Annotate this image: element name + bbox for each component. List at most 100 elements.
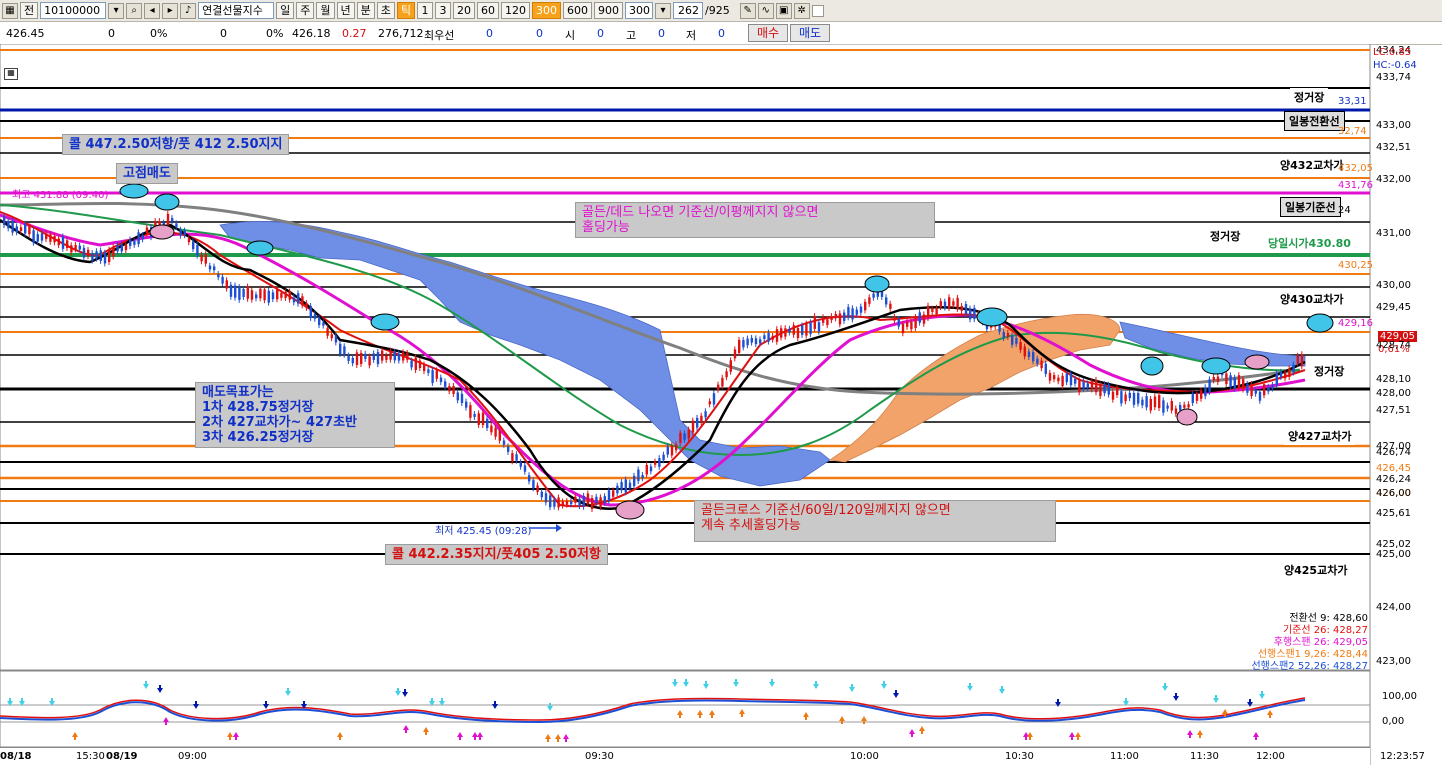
checkbox[interactable] bbox=[811, 4, 824, 17]
sell-button[interactable]: 매도 bbox=[790, 24, 830, 42]
candle-body bbox=[1107, 384, 1110, 395]
period-year[interactable]: 년 bbox=[336, 2, 355, 19]
candle-body bbox=[1095, 379, 1098, 393]
interval-3[interactable]: 3 bbox=[435, 2, 451, 19]
candle-body bbox=[712, 393, 716, 405]
draw-tool-icon[interactable]: ✎ bbox=[739, 2, 756, 19]
price-axis-label: 433,74 bbox=[1376, 72, 1411, 83]
interval-20[interactable]: 20 bbox=[453, 2, 475, 19]
candle-body bbox=[733, 349, 737, 359]
candle-body bbox=[368, 356, 371, 366]
tag-cross432: 양432교차가 bbox=[1276, 156, 1348, 174]
candle-body bbox=[1263, 384, 1266, 396]
osc-arrow-stem bbox=[1249, 699, 1251, 702]
candle-body bbox=[528, 475, 531, 482]
candle-body bbox=[880, 291, 884, 297]
candle-body bbox=[1065, 373, 1068, 383]
toolbar-item-전[interactable]: 전 bbox=[20, 2, 39, 19]
candle-body bbox=[502, 440, 506, 445]
osc-arrow-stem bbox=[51, 698, 53, 701]
candle-body bbox=[1040, 360, 1043, 369]
interval-300[interactable]: 300 bbox=[532, 2, 561, 19]
dropdown-arrow-icon[interactable]: ▾ bbox=[108, 2, 125, 19]
save-icon[interactable]: ▣ bbox=[775, 2, 792, 19]
signal-marker bbox=[615, 500, 645, 520]
annotation-high-sell: 고점매도 bbox=[116, 163, 178, 184]
period-week[interactable]: 주 bbox=[296, 2, 315, 19]
osc-arrow-stem bbox=[735, 679, 737, 682]
candle-body bbox=[1174, 408, 1178, 414]
price-axis-label: 431,00 bbox=[1376, 228, 1411, 239]
chart-menu-icon[interactable]: ▦ bbox=[2, 2, 18, 19]
candle-body bbox=[557, 497, 560, 508]
period-tick[interactable]: 틱 bbox=[396, 2, 415, 19]
candle-body bbox=[1195, 394, 1199, 401]
interval-input[interactable]: 300 bbox=[625, 2, 653, 19]
prev-icon[interactable]: ◂ bbox=[144, 2, 161, 19]
osc-arrow-stem bbox=[771, 679, 773, 682]
interval-60[interactable]: 60 bbox=[477, 2, 499, 19]
candle-body bbox=[742, 340, 745, 348]
osc-arrow-stem bbox=[287, 688, 289, 691]
next-icon[interactable]: ▸ bbox=[162, 2, 179, 19]
price-axis-label: 430,00 bbox=[1376, 280, 1411, 291]
osc-arrow-stem bbox=[674, 679, 676, 682]
signal-marker bbox=[1140, 356, 1164, 376]
candle-body bbox=[1162, 400, 1165, 413]
interval-120[interactable]: 120 bbox=[501, 2, 530, 19]
candle-body bbox=[271, 292, 275, 300]
gear-icon[interactable]: ✲ bbox=[793, 2, 810, 19]
candle-body bbox=[1124, 394, 1127, 402]
candle-body bbox=[586, 493, 590, 505]
code-input[interactable]: 10100000 bbox=[40, 2, 107, 19]
candle-body bbox=[66, 240, 69, 249]
candle-body bbox=[95, 251, 98, 259]
candle-body bbox=[1296, 355, 1299, 364]
candle-body bbox=[1137, 393, 1140, 404]
candle-body bbox=[439, 377, 443, 383]
speaker-icon[interactable]: ♪ bbox=[180, 2, 197, 19]
candle-body bbox=[591, 497, 594, 509]
interval-900[interactable]: 900 bbox=[594, 2, 623, 19]
interval-600[interactable]: 600 bbox=[563, 2, 592, 19]
price-axis-label: 426,74 bbox=[1376, 447, 1411, 458]
candle-body bbox=[120, 244, 123, 252]
osc-arrow-stem bbox=[1029, 737, 1031, 740]
candle-body bbox=[1015, 338, 1018, 344]
search-icon[interactable]: ⌕ bbox=[126, 2, 143, 19]
candle-body bbox=[1300, 354, 1304, 367]
candle-body bbox=[318, 318, 321, 326]
period-minute[interactable]: 분 bbox=[356, 2, 375, 19]
candle-body bbox=[645, 464, 648, 475]
candle-body bbox=[61, 236, 65, 249]
buy-button[interactable]: 매수 bbox=[748, 24, 788, 42]
signal-marker bbox=[1176, 408, 1198, 426]
quote-volume: 276,712 bbox=[378, 27, 424, 40]
osc-arrow-stem bbox=[1189, 735, 1191, 738]
osc-arrow-stem bbox=[557, 739, 559, 742]
period-month[interactable]: 월 bbox=[316, 2, 335, 19]
candle-body bbox=[1284, 372, 1287, 379]
osc-arrow-stem bbox=[21, 698, 23, 701]
candle-body bbox=[53, 235, 56, 243]
price-axis-label: 431,76 bbox=[1338, 180, 1373, 191]
period-day[interactable]: 일 bbox=[276, 2, 295, 19]
interval-1[interactable]: 1 bbox=[417, 2, 433, 19]
candle-body bbox=[99, 250, 102, 261]
osc-arrow-stem bbox=[547, 739, 549, 742]
candle-body bbox=[675, 444, 678, 451]
candle-body bbox=[822, 317, 825, 323]
interval-dropdown-icon[interactable]: ▾ bbox=[655, 2, 671, 19]
period-second[interactable]: 초 bbox=[376, 2, 395, 19]
candle-body bbox=[1271, 384, 1274, 389]
quote-best-label: 최우선 bbox=[424, 29, 455, 42]
grid-icon[interactable]: ▦ bbox=[4, 68, 18, 80]
signal-marker bbox=[976, 307, 1008, 327]
osc-axis-0: 0,00 bbox=[1382, 716, 1405, 727]
count-input[interactable]: 262 bbox=[673, 2, 703, 19]
indicator-icon[interactable]: ∿ bbox=[757, 2, 774, 19]
candle-body bbox=[250, 290, 254, 300]
candle-body bbox=[973, 307, 976, 320]
candle-body bbox=[225, 280, 228, 289]
candle-body bbox=[183, 230, 186, 236]
